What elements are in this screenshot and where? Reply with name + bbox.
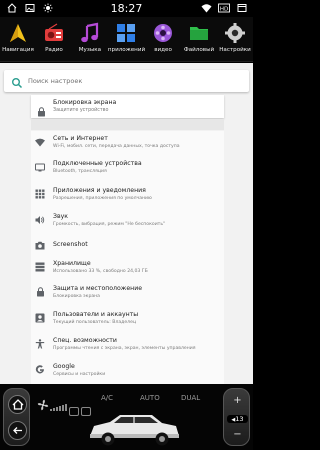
search-input[interactable] — [28, 70, 238, 92]
back-button[interactable] — [8, 421, 27, 440]
apps-icon — [115, 22, 137, 44]
settings-item-title: Защита и местоположение — [53, 285, 143, 292]
settings-item-title: Пользователи и аккаунты — [53, 311, 139, 318]
settings-item-title: Звук — [53, 213, 69, 220]
settings-item-title: Спец. возможности — [53, 337, 117, 344]
settings-item-subtitle: Блокировка экрана — [53, 294, 100, 299]
settings-item-subtitle: Сервисы и настройки — [53, 372, 106, 377]
settings-item-accessibility[interactable]: Спец. возможности Программы чтения с экр… — [31, 335, 224, 355]
home-button[interactable] — [8, 395, 27, 414]
svg-text:HD: HD — [220, 6, 228, 12]
dock-app-video[interactable]: видео — [145, 17, 181, 61]
settings-item-subtitle: Разрешения, приложения по умолчанию — [53, 196, 152, 201]
dock-app-music[interactable]: Музыка — [72, 17, 108, 61]
settings-item-connected-devices[interactable]: Подключенные устройства Bluetooth, транс… — [31, 158, 224, 178]
settings-item-title: Хранилище — [53, 260, 91, 267]
auto-label[interactable]: AUTO — [140, 394, 160, 402]
app-dock: Навигация Радио Музыка приложений видео — [0, 17, 253, 62]
storage-icon — [35, 262, 45, 272]
dock-label: Радио — [45, 47, 63, 53]
settings-list: Сеть и Интернет Wi-Fi, мобил. сети, пере… — [31, 131, 224, 384]
lock-icon — [35, 287, 45, 297]
suggestion-card[interactable]: Блокировка экрана Защитите устройство — [31, 95, 224, 118]
search-bar[interactable] — [4, 70, 249, 92]
settings-item-title: Приложения и уведомления — [53, 187, 146, 194]
folder-icon — [188, 22, 210, 44]
video-icon — [152, 22, 174, 44]
suggestion-title: Блокировка экрана — [53, 99, 117, 106]
wifi-icon — [200, 3, 212, 13]
camera-icon — [35, 240, 45, 250]
volume-down-button[interactable]: − — [224, 429, 251, 440]
settings-item-title: Подключенные устройства — [53, 160, 142, 167]
settings-item-sound[interactable]: Звук Громкость, вибрация, режим "Не бесп… — [31, 211, 224, 231]
dock-label: Настройки — [219, 47, 251, 53]
window-icon[interactable] — [236, 3, 248, 13]
navigation-icon — [7, 22, 29, 44]
settings-item-subtitle: Использовано 33 %, свободно 24,03 ГБ — [53, 269, 148, 274]
fan-icon[interactable] — [37, 396, 49, 415]
hardware-nav-buttons — [3, 388, 30, 446]
gear-icon — [224, 22, 246, 44]
search-icon — [11, 74, 23, 93]
car-image — [86, 412, 182, 450]
ac-label[interactable]: A/C — [101, 394, 113, 402]
volume-value: 13 — [235, 415, 244, 423]
dock-app-files[interactable]: Файловый — [181, 17, 217, 61]
settings-page: Блокировка экрана Защитите устройство Се… — [0, 63, 253, 384]
settings-item-accounts[interactable]: Пользователи и аккаунты Текущий пользова… — [31, 309, 224, 329]
settings-item-network[interactable]: Сеть и Интернет Wi-Fi, мобил. сети, пере… — [31, 133, 224, 153]
dock-label: видео — [154, 47, 172, 53]
google-icon — [35, 365, 45, 375]
suggestions-collapse-bar[interactable] — [31, 119, 224, 136]
dock-label: Музыка — [78, 47, 102, 53]
settings-item-subtitle: Текущий пользователь: Владелец — [53, 320, 137, 325]
wifi-icon — [35, 137, 45, 147]
volume-up-button[interactable]: + — [224, 395, 251, 406]
settings-item-apps[interactable]: Приложения и уведомления Разрешения, при… — [31, 185, 224, 205]
settings-item-subtitle: Громкость, вибрация, режим "Не беспокоит… — [53, 222, 166, 227]
volume-readout: ◀13 — [227, 415, 248, 423]
head-unit-screen: 18:27 HD Навигация Радио Музыка приложен… — [0, 0, 253, 450]
person-icon — [35, 313, 45, 323]
radio-icon — [43, 22, 65, 44]
hd-icon: HD — [218, 3, 230, 13]
settings-item-title: Сеть и Интернет — [53, 135, 108, 142]
settings-item-subtitle: Wi-Fi, мобил. сети, передача данных, точ… — [53, 144, 180, 149]
dock-label: Навигация — [2, 47, 34, 53]
settings-item-security[interactable]: Защита и местоположение Блокировка экран… — [31, 283, 224, 303]
dock-app-apps[interactable]: приложений — [108, 17, 145, 61]
climate-panel: A/C AUTO DUAL + ◀13 − — [0, 384, 253, 450]
settings-item-google[interactable]: Google Сервисы и настройки — [31, 361, 224, 381]
dock-label: Файловый — [183, 47, 215, 53]
settings-item-subtitle: Bluetooth, трансляция — [53, 169, 107, 174]
dock-app-navigation[interactable]: Навигация — [0, 17, 36, 61]
dual-label[interactable]: DUAL — [181, 394, 200, 402]
devices-icon — [35, 162, 45, 172]
climate-controls: A/C AUTO DUAL — [34, 392, 220, 448]
volume-icon — [35, 215, 45, 225]
dock-app-radio[interactable]: Радио — [36, 17, 72, 61]
settings-item-title: Google — [53, 363, 75, 370]
hardware-volume-buttons: + ◀13 − — [223, 388, 250, 446]
settings-item-subtitle: Программы чтения с экрана, экран, элемен… — [53, 346, 196, 351]
settings-item-storage[interactable]: Хранилище Использовано 33 %, свободно 24… — [31, 258, 224, 278]
dock-label: приложений — [107, 47, 146, 53]
settings-item-title: Screenshot — [53, 241, 88, 248]
status-bar: 18:27 HD — [0, 0, 253, 17]
fan-speed-bars — [50, 404, 67, 411]
accessibility-icon — [35, 339, 45, 349]
apps-grid-icon — [35, 189, 45, 199]
seat-heat-left-icon[interactable] — [69, 407, 79, 416]
dock-app-settings[interactable]: Настройки — [217, 17, 253, 61]
settings-item-screenshot[interactable]: Screenshot — [31, 234, 224, 254]
music-icon — [79, 22, 101, 44]
suggestion-subtitle: Защитите устройство — [53, 108, 109, 113]
